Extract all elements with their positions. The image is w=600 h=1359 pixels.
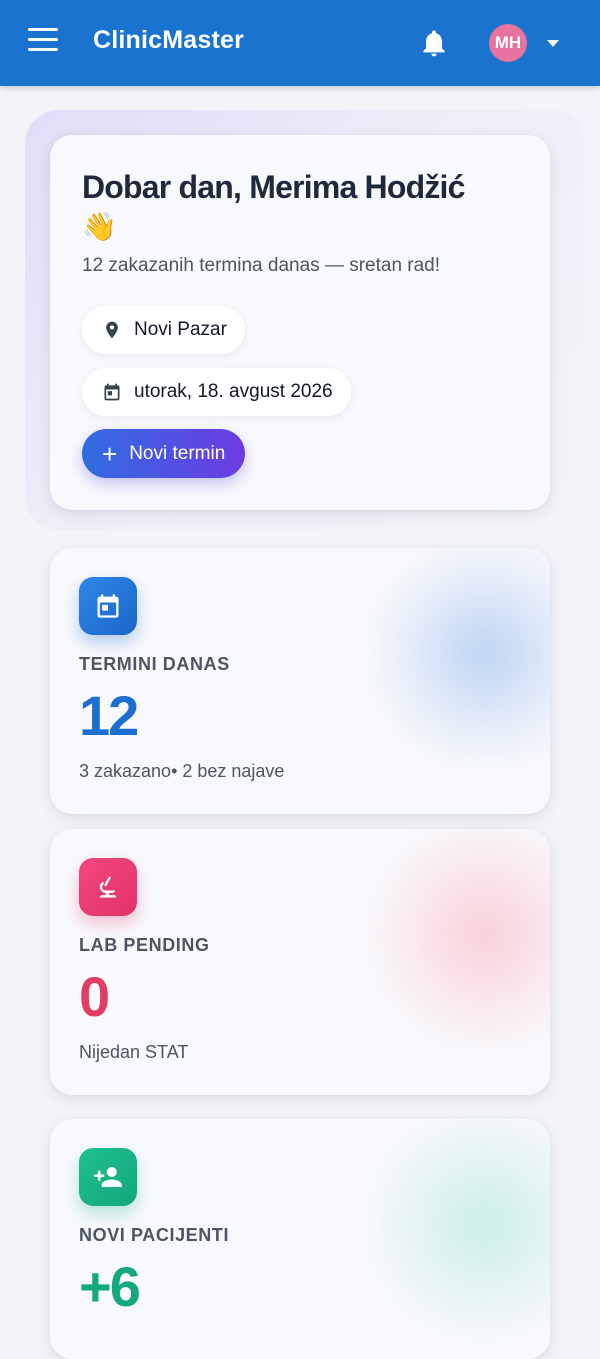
- stat-label: TERMINI DANAS: [79, 654, 230, 674]
- app-title: ClinicMaster: [93, 26, 245, 54]
- stat-card-appointments[interactable]: TERMINI DANAS 12 3 zakazano• 2 bez najav…: [50, 548, 550, 814]
- person-add-icon: [79, 1148, 137, 1206]
- stat-label: NOVI PACIJENTI: [79, 1225, 230, 1245]
- stat-note: 3 zakazano• 2 bez najave: [79, 761, 285, 781]
- date-chip[interactable]: utorak, 18. avgust 2026: [82, 368, 351, 416]
- avatar[interactable]: MH: [489, 24, 527, 62]
- chevron-down-icon[interactable]: [545, 37, 561, 49]
- stat-value: 12: [79, 684, 139, 747]
- new-appointment-label: Novi termin: [129, 442, 226, 464]
- plus-icon: +: [102, 438, 118, 469]
- location-chip[interactable]: Novi Pazar: [82, 306, 245, 354]
- microscope-icon: [79, 858, 137, 916]
- calendar-icon: [79, 577, 137, 635]
- stat-note: Nijedan STAT: [79, 1042, 189, 1062]
- stat-label: LAB PENDING: [79, 935, 210, 955]
- menu-icon[interactable]: [26, 28, 60, 58]
- stat-card-new-patients[interactable]: NOVI PACIJENTI +6: [50, 1119, 550, 1359]
- stat-value: 0: [79, 965, 110, 1028]
- new-appointment-button[interactable]: + Novi termin: [82, 429, 246, 478]
- waving-hand-icon: 👋: [82, 211, 117, 242]
- location-label: Novi Pazar: [134, 319, 227, 340]
- stat-card-lab-pending[interactable]: LAB PENDING 0 Nijedan STAT: [50, 829, 550, 1095]
- stat-value: +6: [79, 1255, 141, 1318]
- greeting-headline: Dobar dan, Merima Hodžić 👋: [82, 167, 512, 245]
- card-glow: [360, 1119, 550, 1339]
- date-label: utorak, 18. avgust 2026: [134, 381, 333, 402]
- bell-icon[interactable]: [418, 26, 450, 60]
- card-glow: [360, 829, 550, 1049]
- app-bar: ClinicMaster MH: [0, 0, 600, 86]
- greeting-subtitle: 12 zakazanih termina danas — sretan rad!: [82, 255, 441, 276]
- calendar-icon: [104, 383, 120, 401]
- location-pin-icon: [106, 321, 118, 339]
- card-glow: [360, 548, 550, 768]
- greeting-text: Dobar dan, Merima Hodžić: [82, 169, 465, 205]
- greeting-card: Dobar dan, Merima Hodžić 👋 12 zakazanih …: [50, 135, 550, 510]
